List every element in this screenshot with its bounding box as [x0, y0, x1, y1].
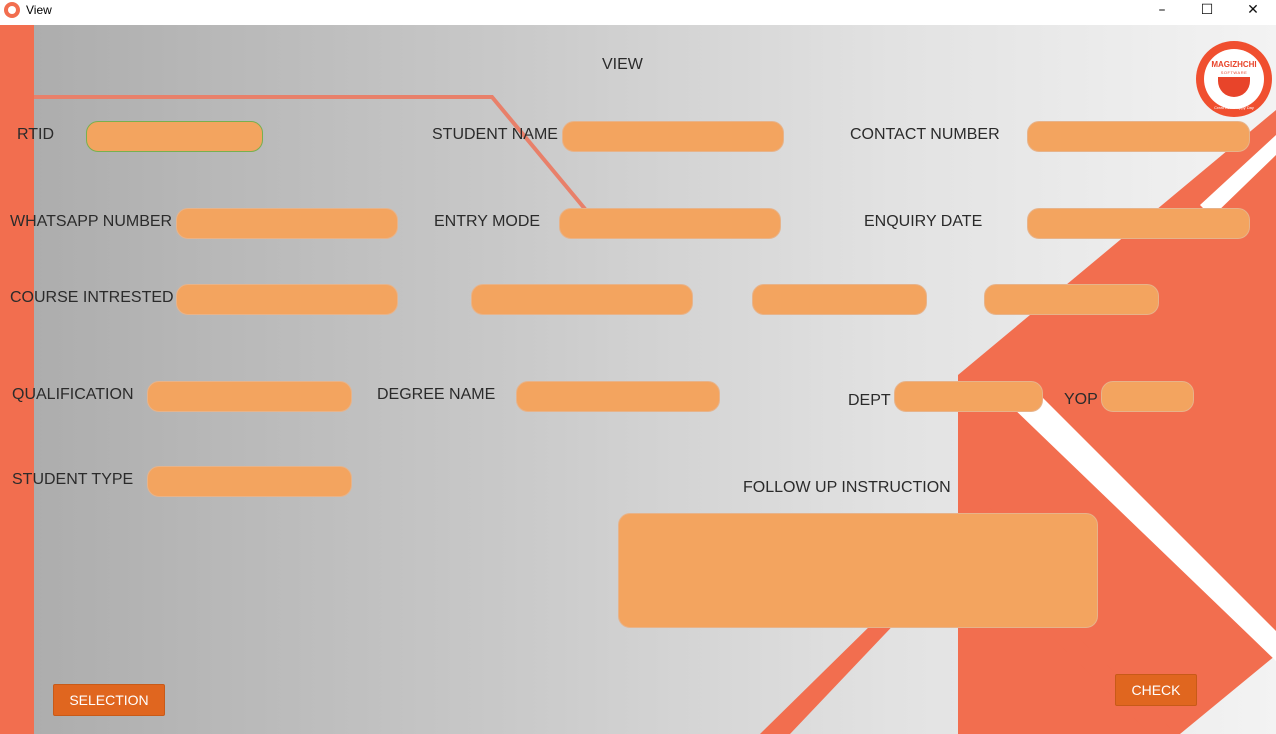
course-interested-field-1[interactable]	[176, 284, 398, 315]
logo-name: MAGIZHCHI	[1211, 60, 1257, 69]
contact-number-label: CONTACT NUMBER	[850, 126, 1000, 143]
title-bar: View – ☐ ✕	[0, 0, 1276, 25]
close-button[interactable]: ✕	[1230, 0, 1276, 25]
course-interested-field-2[interactable]	[471, 284, 693, 315]
dept-field[interactable]	[894, 381, 1043, 412]
degree-name-field[interactable]	[516, 381, 720, 412]
smile-icon	[1218, 77, 1250, 97]
view-panel: MAGIZHCHI SOFTWARE Creat Best Happy Day …	[0, 25, 1276, 734]
student-name-label: STUDENT NAME	[432, 126, 558, 143]
contact-number-field[interactable]	[1027, 121, 1250, 152]
entry-mode-label: ENTRY MODE	[434, 213, 541, 230]
degree-name-label: DEGREE NAME	[377, 386, 496, 403]
dept-label: DEPT	[848, 392, 891, 409]
student-type-label: STUDENT TYPE	[12, 471, 134, 488]
company-logo: MAGIZHCHI SOFTWARE Creat Best Happy Day	[1196, 41, 1272, 117]
entry-mode-field[interactable]	[559, 208, 781, 239]
logo-tagline: Creat Best Happy Day	[1214, 105, 1254, 110]
yop-label: YOP	[1064, 391, 1098, 408]
logo-subtitle: SOFTWARE	[1220, 70, 1248, 75]
check-button[interactable]: CHECK	[1115, 674, 1197, 706]
yop-field[interactable]	[1101, 381, 1194, 412]
rtid-field[interactable]	[86, 121, 263, 152]
student-name-field[interactable]	[562, 121, 784, 152]
course-interested-field-4[interactable]	[984, 284, 1159, 315]
qualification-label: QUALIFICATION	[12, 386, 134, 403]
enquiry-date-field[interactable]	[1027, 208, 1250, 239]
app-icon	[4, 2, 20, 18]
rtid-label: RTID	[17, 126, 55, 143]
qualification-field[interactable]	[147, 381, 352, 412]
selection-button[interactable]: SELECTION	[53, 684, 165, 716]
window-title: View	[26, 3, 52, 17]
student-type-field[interactable]	[147, 466, 352, 497]
page-title: VIEW	[602, 56, 643, 73]
follow-up-instruction-label: FOLLOW UP INSTRUCTION	[743, 479, 951, 496]
whatsapp-number-label: WHATSAPP NUMBER	[10, 213, 173, 230]
whatsapp-number-field[interactable]	[176, 208, 398, 239]
follow-up-instruction-textarea[interactable]	[618, 513, 1098, 628]
maximize-button[interactable]: ☐	[1184, 0, 1230, 25]
minimize-button[interactable]: –	[1139, 0, 1185, 25]
course-interested-label: COURSE INTRESTED	[10, 289, 174, 306]
course-interested-field-3[interactable]	[752, 284, 927, 315]
enquiry-date-label: ENQUIRY DATE	[864, 213, 983, 230]
